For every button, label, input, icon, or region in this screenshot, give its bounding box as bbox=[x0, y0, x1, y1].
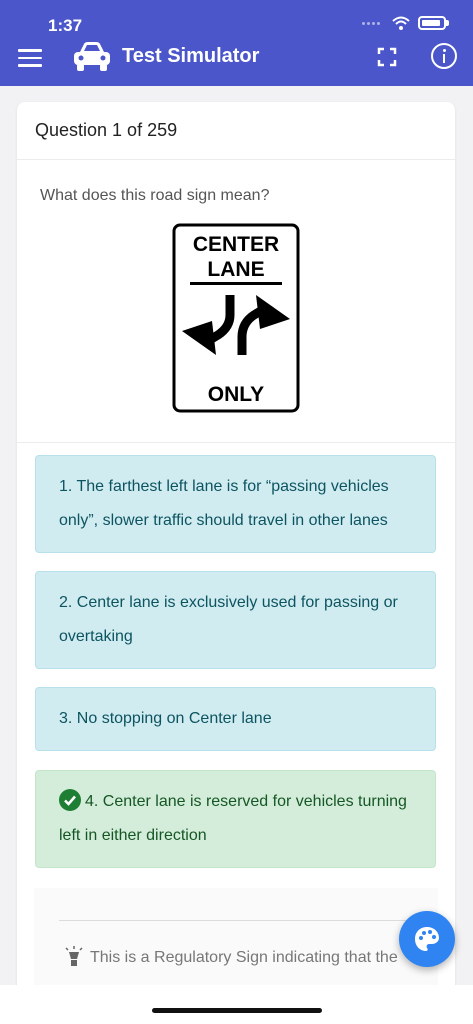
sign-text-line1: CENTER bbox=[193, 233, 279, 256]
answer-label: 2. Center lane is exclusively used for p… bbox=[59, 594, 398, 645]
sign-text-line2: LANE bbox=[207, 258, 264, 281]
battery-icon bbox=[418, 16, 446, 30]
theme-fab-button[interactable] bbox=[399, 911, 455, 967]
wifi-icon bbox=[392, 16, 410, 30]
status-icons bbox=[362, 16, 449, 30]
road-sign-image: CENTER LANE ONLY bbox=[172, 223, 300, 413]
answer-option-4[interactable]: 4. Center lane is reserved for vehicles … bbox=[35, 770, 436, 868]
answer-option-2[interactable]: 2. Center lane is exclusively used for p… bbox=[35, 571, 436, 669]
app-bar: Test Simulator bbox=[0, 34, 473, 86]
question-card: Question 1 of 259 What does this road si… bbox=[17, 102, 455, 1024]
signal-icon bbox=[362, 21, 380, 25]
divider bbox=[17, 442, 455, 443]
answer-label: 3. No stopping on Center lane bbox=[59, 710, 272, 727]
home-indicator[interactable] bbox=[152, 1008, 322, 1013]
fullscreen-icon[interactable] bbox=[376, 46, 398, 68]
sign-text-line3: ONLY bbox=[208, 383, 264, 406]
status-time: 1:37 bbox=[48, 16, 83, 35]
answer-option-3[interactable]: 3. No stopping on Center lane bbox=[35, 687, 436, 751]
answer-label: 1. The farthest left lane is for “passin… bbox=[59, 478, 389, 529]
bottom-safe-area bbox=[0, 985, 473, 1024]
status-bar: 1:37 bbox=[0, 0, 473, 35]
app-title: Test Simulator bbox=[122, 45, 260, 67]
info-icon[interactable] bbox=[431, 43, 457, 69]
palette-icon bbox=[415, 927, 439, 951]
answer-label: 4. Center lane is reserved for vehicles … bbox=[59, 793, 407, 844]
question-text: What does this road sign mean? bbox=[40, 187, 270, 204]
car-icon bbox=[74, 42, 110, 71]
card-header: Question 1 of 259 bbox=[17, 102, 455, 160]
lightbulb-icon bbox=[65, 946, 83, 966]
answer-option-1[interactable]: 1. The farthest left lane is for “passin… bbox=[35, 455, 436, 553]
check-circle-icon bbox=[59, 789, 81, 811]
question-counter: Question 1 of 259 bbox=[35, 120, 178, 140]
explanation-text: This is a Regulatory Sign indicating tha… bbox=[90, 949, 398, 966]
hamburger-menu-icon[interactable] bbox=[18, 46, 42, 70]
